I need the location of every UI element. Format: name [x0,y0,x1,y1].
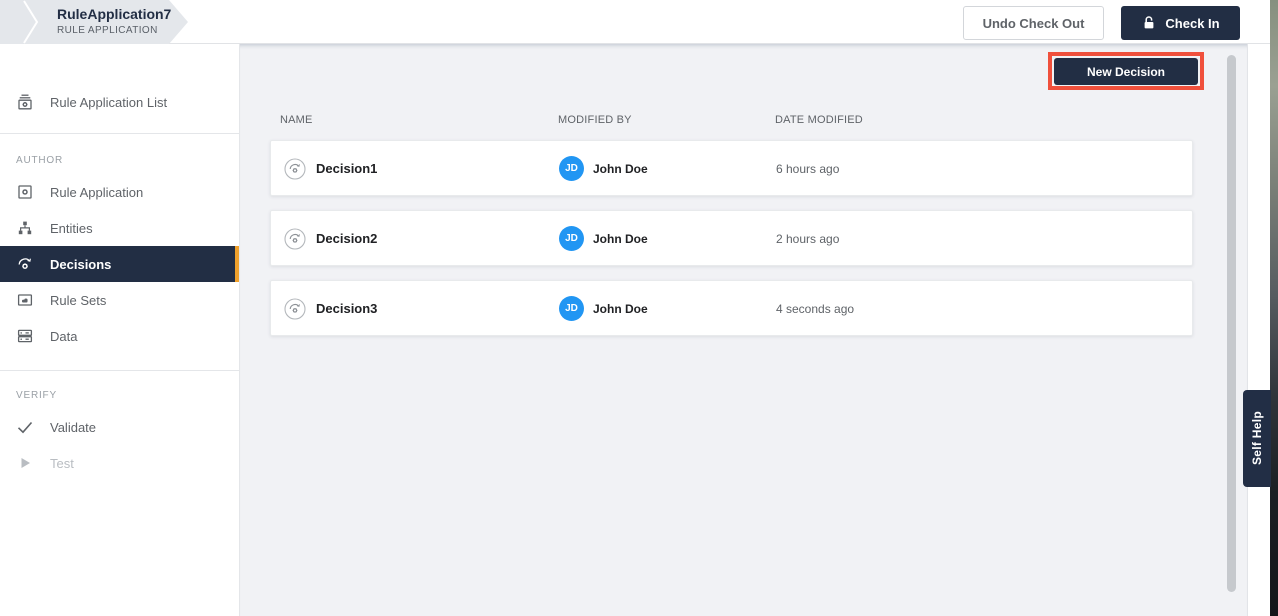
breadcrumb-title: RuleApplication7 [57,6,171,24]
check-in-label: Check In [1165,16,1219,31]
sidebar-item-label: Rule Application [50,185,143,200]
sidebar-item-entities[interactable]: Entities [0,210,239,246]
sidebar-item-decisions[interactable]: Decisions [0,246,239,282]
breadcrumb-chevron-icon [23,0,39,44]
sidebar-item-label: Validate [50,420,96,435]
sidebar-item-rule-application[interactable]: Rule Application [0,174,239,210]
lock-open-icon [1141,15,1157,31]
sidebar-item-label: Entities [50,221,93,236]
decision-circle-icon [284,298,306,320]
sidebar-section-author: AUTHOR [0,155,239,167]
decisions-panel: NAME MODIFIED BY DATE MODIFIED Decision1… [240,44,1248,616]
self-help-tab[interactable]: Self Help [1243,390,1271,487]
sidebar-item-label: Decisions [50,257,111,272]
sidebar-item-label: Rule Application List [50,95,167,110]
avatar: JD [559,226,584,251]
data-icon [16,327,34,345]
decision-circle-icon [284,228,306,250]
sidebar-item-label: Test [50,456,74,471]
column-header-modified-by: MODIFIED BY [558,114,632,126]
breadcrumb-subtitle: RULE APPLICATION [57,25,171,38]
rule-application-window: RuleApplication7 RULE APPLICATION Undo C… [0,0,1278,616]
column-header-name: NAME [280,114,313,126]
decisions-icon [16,255,34,273]
table-row[interactable]: Decision1 JD John Doe 6 hours ago [270,140,1193,196]
rule-application-icon [16,183,34,201]
table-header-row: NAME MODIFIED BY DATE MODIFIED [240,114,1247,134]
sidebar-section-verify: VERIFY [0,390,239,402]
sidebar-item-label: Data [50,329,77,344]
top-header-bar: RuleApplication7 RULE APPLICATION Undo C… [0,0,1270,44]
check-icon [16,418,34,436]
decision-circle-icon [284,158,306,180]
modified-by: John Doe [593,162,648,176]
vertical-scrollbar[interactable] [1227,55,1236,592]
rule-application-list-icon [16,93,34,111]
modified-by: John Doe [593,232,648,246]
sidebar: Rule Application List AUTHOR Rule Applic… [0,44,240,616]
undo-check-out-button[interactable]: Undo Check Out [963,6,1104,40]
sidebar-item-data[interactable]: Data [0,318,239,354]
table-row[interactable]: Decision3 JD John Doe 4 seconds ago [270,280,1193,336]
self-help-label: Self Help [1250,411,1264,465]
decision-name: Decision3 [316,301,377,316]
date-modified: 4 seconds ago [776,302,854,316]
sidebar-item-test: Test [0,445,239,481]
rule-sets-icon [16,291,34,309]
sidebar-item-validate[interactable]: Validate [0,409,239,445]
decision-name: Decision1 [316,161,377,176]
sidebar-item-rule-sets[interactable]: Rule Sets [0,282,239,318]
sidebar-item-rule-application-list[interactable]: Rule Application List [0,84,239,120]
decision-name: Decision2 [316,231,377,246]
new-decision-button[interactable]: New Decision [1054,58,1198,85]
entities-icon [16,219,34,237]
date-modified: 2 hours ago [776,232,839,246]
check-in-button[interactable]: Check In [1121,6,1240,40]
sidebar-item-label: Rule Sets [50,293,106,308]
avatar: JD [559,296,584,321]
modified-by: John Doe [593,302,648,316]
column-header-date-modified: DATE MODIFIED [775,114,863,126]
table-row[interactable]: Decision2 JD John Doe 2 hours ago [270,210,1193,266]
date-modified: 6 hours ago [776,162,839,176]
desktop-background-edge [1270,0,1278,616]
breadcrumb[interactable]: RuleApplication7 RULE APPLICATION [0,0,188,44]
avatar: JD [559,156,584,181]
play-icon [16,454,34,472]
